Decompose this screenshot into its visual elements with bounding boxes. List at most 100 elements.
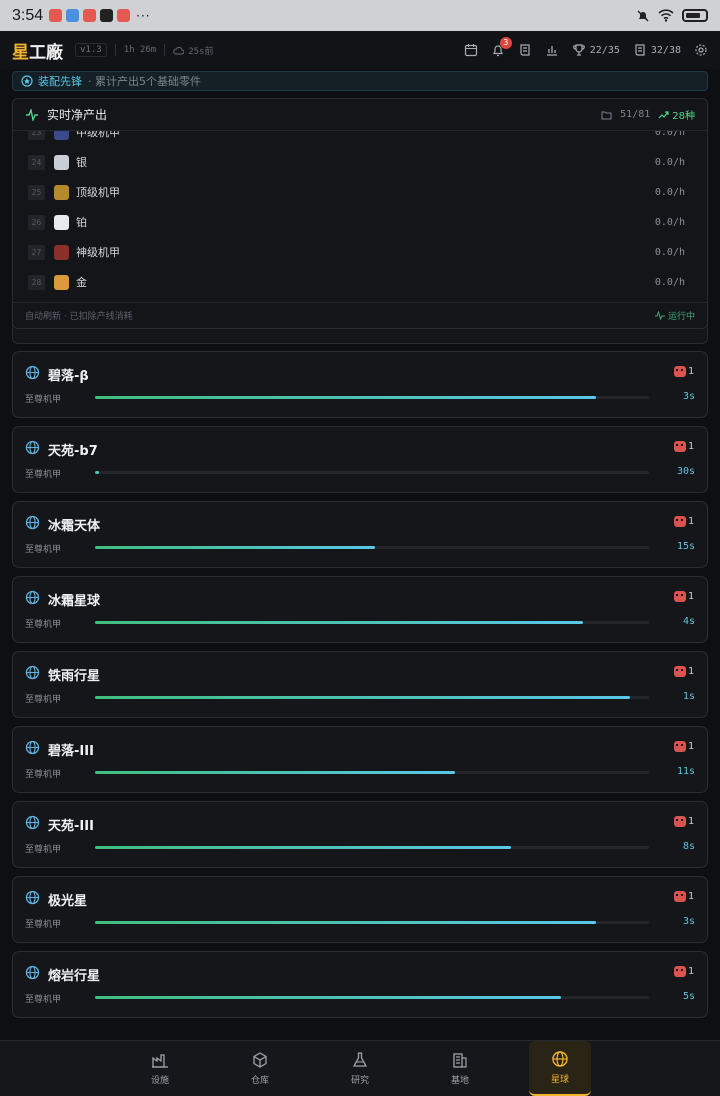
progress-fill bbox=[95, 771, 456, 774]
production-progress bbox=[95, 621, 649, 624]
planet-name: 天苑-III bbox=[48, 819, 94, 834]
net-output-row[interactable]: 23 中级机甲 0.0/h bbox=[13, 131, 707, 147]
scroll-icon[interactable] bbox=[518, 43, 532, 57]
progress-fill bbox=[95, 921, 597, 924]
planet-product: 至尊机甲 bbox=[25, 770, 62, 780]
planet-name: 天苑-b7 bbox=[48, 444, 98, 459]
robot-count: 1 bbox=[673, 741, 694, 752]
planet-card[interactable]: 冰霜星球 1 至尊机甲 4s bbox=[12, 576, 708, 643]
robot-icon bbox=[673, 816, 686, 827]
time-remaining: 8s bbox=[682, 841, 695, 852]
progress-fill bbox=[95, 621, 583, 624]
row-index: 28 bbox=[28, 274, 45, 290]
planet-name: 冰霜星球 bbox=[48, 594, 101, 609]
nav-item[interactable]: 星球 bbox=[529, 1041, 591, 1096]
save-status: 25s前 bbox=[173, 44, 213, 57]
trophy-icon bbox=[572, 44, 585, 56]
nav-label: 设施 bbox=[150, 1076, 169, 1086]
time-remaining: 1s bbox=[682, 691, 695, 702]
calendar-icon[interactable] bbox=[464, 43, 478, 57]
robot-icon bbox=[673, 741, 686, 752]
planet-card[interactable]: 极光星 1 至尊机甲 3s bbox=[12, 876, 708, 943]
planet-product: 至尊机甲 bbox=[25, 545, 62, 555]
net-output-row[interactable]: 27 神级机甲 0.0/h bbox=[13, 237, 707, 267]
robot-icon bbox=[673, 516, 686, 527]
version-badge: v1.3 bbox=[75, 43, 107, 57]
production-progress bbox=[95, 396, 649, 399]
stats-chart-icon[interactable] bbox=[545, 43, 559, 57]
more-notifications: ··· bbox=[136, 8, 151, 23]
nav-item[interactable]: 基地 bbox=[429, 1041, 491, 1096]
planet-card[interactable]: 天苑-b7 1 至尊机甲 30s bbox=[12, 426, 708, 493]
row-index: 27 bbox=[28, 244, 45, 260]
play-time: 1h 26m bbox=[123, 45, 157, 55]
robot-icon bbox=[673, 441, 686, 452]
robot-icon bbox=[673, 891, 686, 902]
resource-rate: 0.0/h bbox=[654, 276, 685, 288]
production-progress bbox=[95, 996, 649, 999]
app-logo: 星工廠 bbox=[12, 42, 63, 63]
wifi-icon bbox=[658, 9, 674, 22]
planet-name: 碧落-β bbox=[48, 369, 89, 384]
resource-icon bbox=[54, 154, 69, 170]
planet-card[interactable]: 天苑-III 1 至尊机甲 8s bbox=[12, 801, 708, 868]
resource-rate: 0.0/h bbox=[654, 246, 685, 258]
globe-icon bbox=[25, 665, 40, 684]
globe-icon bbox=[25, 440, 40, 459]
planet-list: 碧落-β 1 至尊机甲 3s 天苑-b7 1 至尊机甲 30s 冰霜天体 1 至尊机甲 15s 冰霜星球… bbox=[12, 351, 708, 1026]
nav-label: 研究 bbox=[350, 1076, 369, 1086]
resource-rate: 0.0/h bbox=[654, 156, 685, 168]
robot-count: 1 bbox=[673, 816, 694, 827]
planet-card[interactable]: 铁雨行星 1 至尊机甲 1s bbox=[12, 651, 708, 718]
resource-icon bbox=[54, 244, 69, 260]
quest-scroll-icon bbox=[635, 44, 645, 56]
robot-icon bbox=[673, 591, 686, 602]
progress-fill bbox=[95, 696, 630, 699]
battery-icon bbox=[682, 9, 708, 22]
notification-badge: 3 bbox=[499, 37, 512, 49]
planet-name: 铁雨行星 bbox=[48, 669, 101, 684]
row-index: 25 bbox=[28, 184, 45, 200]
net-output-row[interactable]: 24 银 0.0/h bbox=[13, 147, 707, 177]
planet-card[interactable]: 熔岩行星 1 至尊机甲 5s bbox=[12, 951, 708, 1018]
nav-item[interactable]: 设施 bbox=[129, 1041, 191, 1096]
planet-name: 冰霜天体 bbox=[48, 519, 101, 534]
planet-name: 熔岩行星 bbox=[48, 969, 101, 984]
net-output-row[interactable]: 28 金 0.0/h bbox=[13, 267, 707, 297]
nav-label: 星球 bbox=[550, 1075, 569, 1085]
app-notification-icon bbox=[117, 9, 131, 22]
planet-product: 至尊机甲 bbox=[25, 695, 62, 705]
quests-stat[interactable]: 32/38 bbox=[633, 43, 681, 57]
net-output-row[interactable]: 26 铂 0.0/h bbox=[13, 207, 707, 237]
achievements-stat[interactable]: 22/35 bbox=[572, 43, 620, 57]
clock: 3:54 bbox=[12, 6, 44, 24]
planet-card[interactable]: 冰霜天体 1 至尊机甲 15s bbox=[12, 501, 708, 568]
planet-card[interactable]: 碧落-β 1 至尊机甲 3s bbox=[12, 351, 708, 418]
production-progress bbox=[95, 546, 649, 549]
planet-product: 至尊机甲 bbox=[25, 620, 62, 630]
achievement-banner[interactable]: 装配先锋 · 累计产出5个基础零件 bbox=[12, 71, 708, 91]
trend-up-icon bbox=[658, 110, 669, 118]
app-notification-icon bbox=[83, 9, 97, 22]
planet-product: 至尊机甲 bbox=[25, 470, 62, 480]
pulse-small-icon bbox=[654, 311, 665, 320]
nav-item[interactable]: 仓库 bbox=[229, 1041, 291, 1096]
settings-gear-icon[interactable] bbox=[694, 43, 708, 57]
globe-icon bbox=[25, 515, 40, 534]
globe-icon bbox=[551, 1050, 569, 1068]
bell-icon[interactable]: 3 bbox=[491, 37, 512, 57]
resource-name: 银 bbox=[76, 156, 87, 169]
resource-icon bbox=[54, 131, 69, 140]
planet-card[interactable]: 碧落-III 1 至尊机甲 11s bbox=[12, 726, 708, 793]
resource-rate: 0.0/h bbox=[654, 186, 685, 198]
planet-product: 至尊机甲 bbox=[25, 845, 62, 855]
net-output-list[interactable]: 23 中级机甲 0.0/h 24 银 0.0/h 25 顶级机甲 0.0/h 26 铂 0.0/h 27… bbox=[13, 131, 707, 303]
time-remaining: 5s bbox=[682, 991, 695, 1002]
nav-item[interactable]: 研究 bbox=[329, 1041, 391, 1096]
planet-product: 至尊机甲 bbox=[25, 395, 62, 405]
net-output-row[interactable]: 25 顶级机甲 0.0/h bbox=[13, 177, 707, 207]
resource-name: 神级机甲 bbox=[76, 246, 120, 259]
running-status: 运行中 bbox=[654, 309, 695, 322]
penguin-icon bbox=[100, 9, 114, 22]
nav-label: 仓库 bbox=[250, 1076, 269, 1086]
